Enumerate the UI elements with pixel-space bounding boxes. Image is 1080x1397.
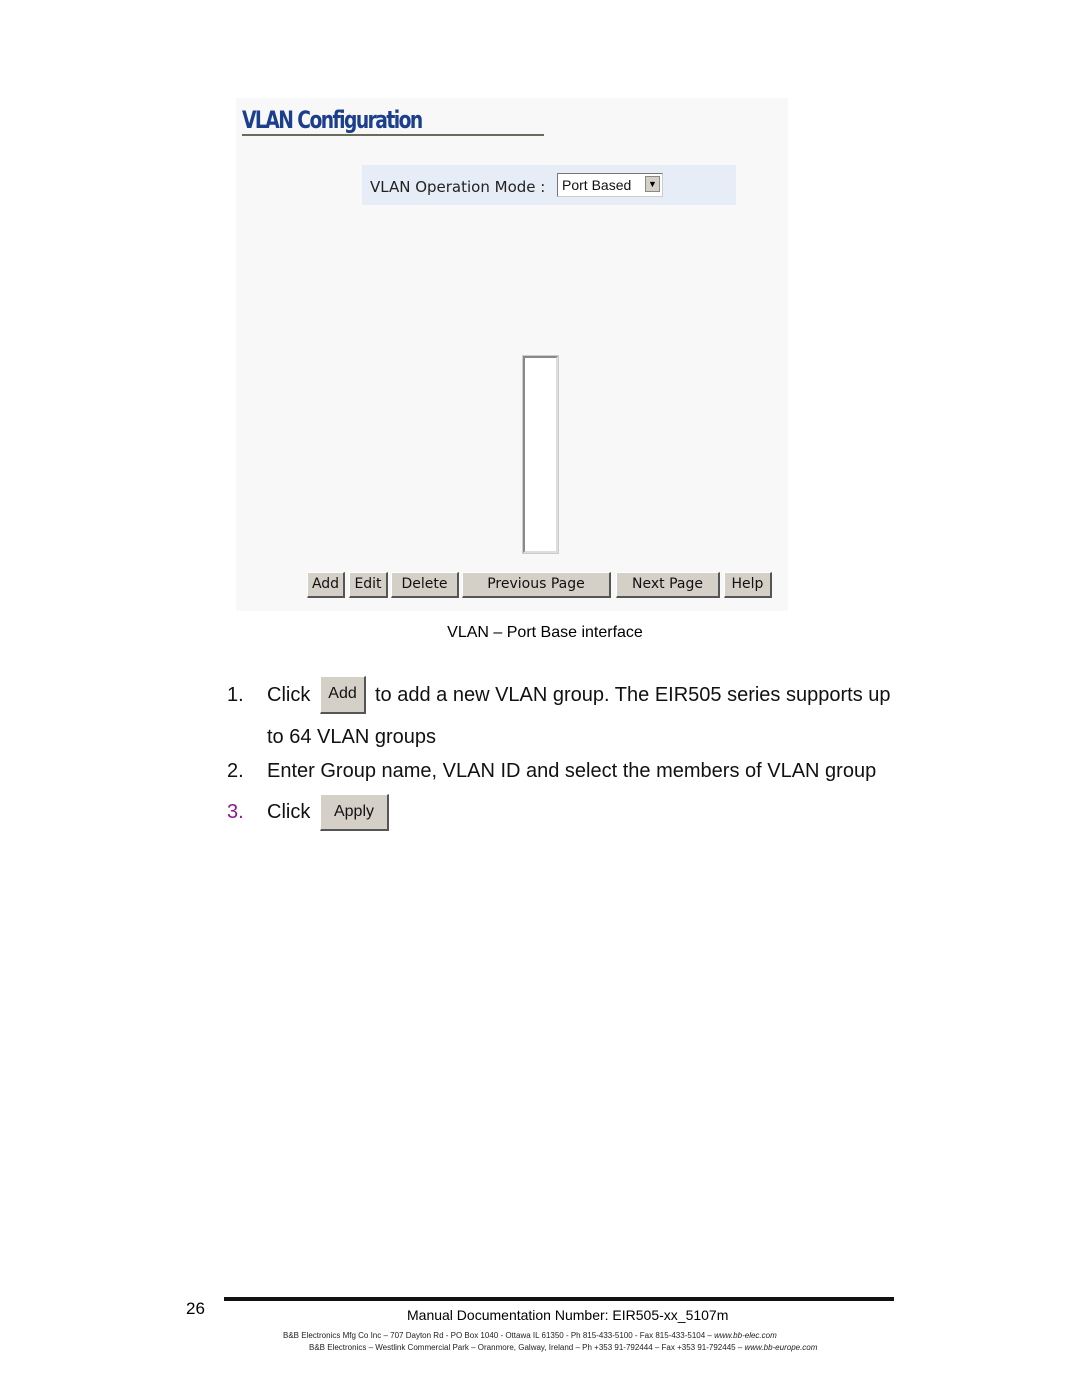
title-underline (242, 134, 544, 136)
chevron-down-icon[interactable]: ▼ (645, 176, 660, 192)
doc-number: Manual Documentation Number: EIR505-xx_5… (407, 1307, 729, 1323)
mode-label: VLAN Operation Mode : (370, 178, 546, 196)
inline-add-button: Add (320, 676, 366, 714)
edit-button[interactable]: Edit (349, 572, 388, 598)
figure-caption: VLAN – Port Base interface (447, 624, 643, 641)
link-eu[interactable]: www.bb-europe.com (745, 1343, 818, 1352)
page-title: VLAN Configuration (242, 106, 423, 134)
address-us: B&B Electronics Mfg Co Inc – 707 Dayton … (283, 1331, 777, 1340)
address-us-text: B&B Electronics Mfg Co Inc – 707 Dayton … (283, 1331, 715, 1340)
delete-button[interactable]: Delete (391, 572, 459, 598)
step-3-number: 3. (227, 801, 244, 823)
vlan-list[interactable] (523, 356, 558, 553)
footer-rule (224, 1297, 894, 1301)
step-1-click: Click (267, 684, 311, 706)
vlan-config-screenshot: VLAN Configuration VLAN Operation Mode :… (236, 98, 788, 611)
step-2-text: Enter Group name, VLAN ID and select the… (267, 760, 877, 782)
inline-apply-button: Apply (320, 794, 389, 831)
page-number: 26 (186, 1299, 205, 1318)
mode-select[interactable]: Port Based ▼ (557, 173, 663, 197)
add-button[interactable]: Add (307, 572, 345, 598)
step-1-text: to add a new VLAN group. The EIR505 seri… (375, 684, 891, 706)
mode-row: VLAN Operation Mode : Port Based ▼ (362, 165, 736, 205)
previous-page-button[interactable]: Previous Page (462, 572, 611, 598)
help-button[interactable]: Help (724, 572, 772, 598)
address-eu: B&B Electronics – Westlink Commercial Pa… (309, 1343, 817, 1352)
step-2-number: 2. (227, 760, 244, 782)
step-1-number: 1. (227, 684, 244, 706)
document-page: VLAN Configuration VLAN Operation Mode :… (0, 0, 1080, 1397)
link-us[interactable]: www.bb-elec.com (714, 1331, 777, 1340)
step-1-continuation: to 64 VLAN groups (267, 726, 436, 748)
next-page-button[interactable]: Next Page (616, 572, 720, 598)
mode-value: Port Based (562, 177, 632, 193)
step-3-click: Click (267, 801, 311, 823)
address-eu-text: B&B Electronics – Westlink Commercial Pa… (309, 1343, 745, 1352)
